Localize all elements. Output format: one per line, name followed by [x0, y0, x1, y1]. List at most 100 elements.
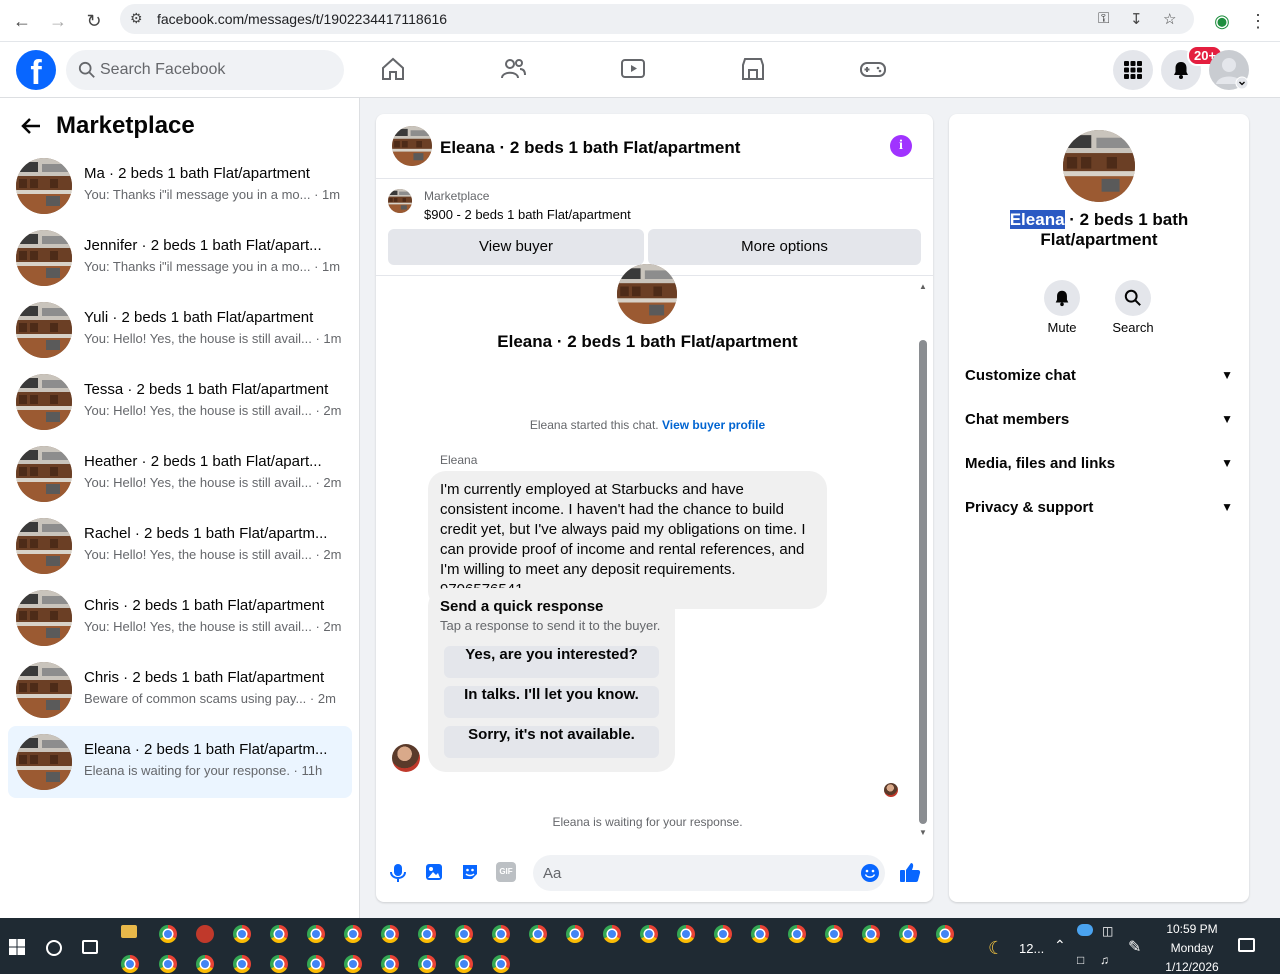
windows-start-icon[interactable] — [9, 939, 25, 955]
notification-center-icon[interactable] — [1238, 938, 1255, 952]
info-icon[interactable]: i — [890, 135, 912, 157]
search-box[interactable] — [66, 50, 344, 90]
chat-members-section[interactable]: Chat members ▼ — [965, 411, 1233, 435]
media-files-links-section[interactable]: Media, files and links ▼ — [965, 455, 1233, 479]
conversation-item[interactable]: Jennifer · 2 beds 1 bath Flat/apart... Yo… — [8, 222, 352, 294]
conversation-item[interactable]: Chris · 2 beds 1 bath Flat/apartment Bewa… — [8, 654, 352, 726]
message-input[interactable] — [543, 855, 843, 891]
menu-grid-button[interactable] — [1113, 50, 1153, 90]
microphone-icon[interactable] — [389, 863, 407, 883]
chrome-taskbar-icon[interactable] — [677, 925, 695, 943]
tray-chevron-up-icon[interactable]: ⌃ — [1054, 937, 1066, 954]
chrome-taskbar-icon[interactable] — [603, 925, 621, 943]
gaming-icon[interactable] — [858, 54, 888, 84]
view-buyer-profile-link[interactable]: View buyer profile — [662, 418, 765, 432]
browser-menu-icon[interactable]: ⋮ — [1245, 8, 1271, 34]
sticker-icon[interactable] — [460, 862, 480, 882]
chrome-taskbar-icon[interactable] — [751, 925, 769, 943]
chrome-taskbar-icon[interactable] — [566, 925, 584, 943]
listing-price-title[interactable]: $900 - 2 beds 1 bath Flat/apartment — [424, 207, 631, 222]
sender-avatar[interactable] — [392, 744, 420, 772]
quick-reply-button[interactable]: Sorry, it's not available. — [444, 726, 659, 758]
conversation-item[interactable]: Tessa · 2 beds 1 bath Flat/apartment You:… — [8, 366, 352, 438]
details-avatar[interactable] — [1063, 130, 1135, 202]
volume-icon[interactable]: ♫ — [1100, 953, 1109, 967]
chat-scrollbar[interactable]: ▲ ▼ — [917, 280, 929, 840]
chrome-taskbar-icon[interactable] — [492, 925, 510, 943]
privacy-support-section[interactable]: Privacy & support ▼ — [965, 499, 1233, 523]
app-taskbar-icon[interactable] — [196, 925, 214, 943]
facebook-logo[interactable]: f — [16, 50, 56, 90]
chrome-taskbar-icon[interactable] — [344, 955, 362, 973]
friends-icon[interactable] — [498, 54, 528, 84]
bookmark-star-icon[interactable]: ☆ — [1163, 10, 1176, 28]
chrome-taskbar-icon[interactable] — [270, 925, 288, 943]
onedrive-cloud-icon[interactable] — [1077, 924, 1093, 936]
photo-icon[interactable] — [424, 862, 444, 882]
chrome-taskbar-icon[interactable] — [455, 955, 473, 973]
chrome-taskbar-icon[interactable] — [418, 925, 436, 943]
account-avatar[interactable] — [1209, 50, 1249, 90]
reload-icon[interactable]: ↻ — [81, 8, 107, 34]
chrome-taskbar-icon[interactable] — [381, 925, 399, 943]
chrome-taskbar-icon[interactable] — [307, 925, 325, 943]
url-text[interactable]: facebook.com/messages/t/1902234417118616 — [157, 11, 447, 27]
video-icon[interactable] — [618, 54, 648, 84]
clock-day[interactable]: Monday — [1162, 941, 1222, 955]
chrome-taskbar-icon[interactable] — [788, 925, 806, 943]
scroll-down-icon[interactable]: ▼ — [919, 828, 927, 837]
more-options-button[interactable]: More options — [648, 229, 921, 265]
chrome-taskbar-icon[interactable] — [196, 955, 214, 973]
chrome-taskbar-icon[interactable] — [862, 925, 880, 943]
chrome-taskbar-icon[interactable] — [270, 955, 288, 973]
back-arrow-icon[interactable] — [18, 113, 44, 139]
chrome-taskbar-icon[interactable] — [714, 925, 732, 943]
chrome-taskbar-icon[interactable] — [492, 955, 510, 973]
camera-icon[interactable]: ◫ — [1102, 924, 1113, 938]
mute-button[interactable] — [1044, 280, 1080, 316]
scroll-up-icon[interactable]: ▲ — [919, 282, 927, 291]
profile-icon[interactable]: ◉ — [1209, 8, 1235, 34]
marketplace-icon[interactable] — [738, 54, 768, 84]
chrome-taskbar-icon[interactable] — [825, 925, 843, 943]
file-explorer-icon[interactable] — [121, 925, 137, 938]
weather-moon-icon[interactable]: ☾ — [988, 938, 1004, 959]
chrome-taskbar-icon[interactable] — [159, 955, 177, 973]
emoji-icon[interactable] — [860, 863, 880, 883]
chrome-taskbar-icon[interactable] — [344, 925, 362, 943]
search-circle-icon[interactable] — [46, 940, 62, 956]
search-conversation-button[interactable] — [1115, 280, 1151, 316]
conversation-item[interactable]: Yuli · 2 beds 1 bath Flat/apartment You: … — [8, 294, 352, 366]
task-view-icon[interactable] — [82, 940, 98, 954]
conversation-item[interactable]: Rachel · 2 beds 1 bath Flat/apartm... You… — [8, 510, 352, 582]
view-buyer-button[interactable]: View buyer — [388, 229, 644, 265]
chrome-taskbar-icon[interactable] — [899, 925, 917, 943]
chrome-taskbar-icon[interactable] — [233, 925, 251, 943]
chrome-taskbar-icon[interactable] — [233, 955, 251, 973]
forward-arrow-icon[interactable]: → — [45, 8, 71, 34]
conversation-item[interactable]: Eleana · 2 beds 1 bath Flat/apartm... Ele… — [8, 726, 352, 798]
quick-reply-button[interactable]: Yes, are you interested? — [444, 646, 659, 678]
chrome-taskbar-icon[interactable] — [418, 955, 436, 973]
password-key-icon[interactable]: ⚿ — [1098, 10, 1109, 27]
scrollbar-thumb[interactable] — [919, 340, 927, 824]
conversation-item[interactable]: Chris · 2 beds 1 bath Flat/apartment You:… — [8, 582, 352, 654]
chrome-taskbar-icon[interactable] — [640, 925, 658, 943]
customize-chat-section[interactable]: Customize chat ▼ — [965, 367, 1233, 391]
clock-time[interactable]: 10:59 PM — [1162, 922, 1222, 936]
chrome-taskbar-icon[interactable] — [159, 925, 177, 943]
install-app-icon[interactable]: ↧ — [1130, 10, 1143, 28]
quick-reply-button[interactable]: In talks. I'll let you know. — [444, 686, 659, 718]
chrome-taskbar-icon[interactable] — [381, 955, 399, 973]
clock-date[interactable]: 1/12/2026 — [1162, 960, 1222, 974]
listing-thumbnail[interactable] — [388, 189, 412, 213]
weather-text[interactable]: 12... — [1019, 941, 1044, 956]
site-settings-icon[interactable]: ⚙ — [130, 10, 143, 27]
network-icon[interactable]: □ — [1077, 953, 1084, 967]
chrome-taskbar-icon[interactable] — [121, 955, 139, 973]
pen-icon[interactable]: ✎ — [1128, 937, 1141, 957]
back-arrow-icon[interactable]: ← — [9, 8, 35, 34]
message-input-box[interactable] — [533, 855, 885, 891]
search-input[interactable] — [100, 50, 330, 90]
home-icon[interactable] — [378, 54, 408, 84]
